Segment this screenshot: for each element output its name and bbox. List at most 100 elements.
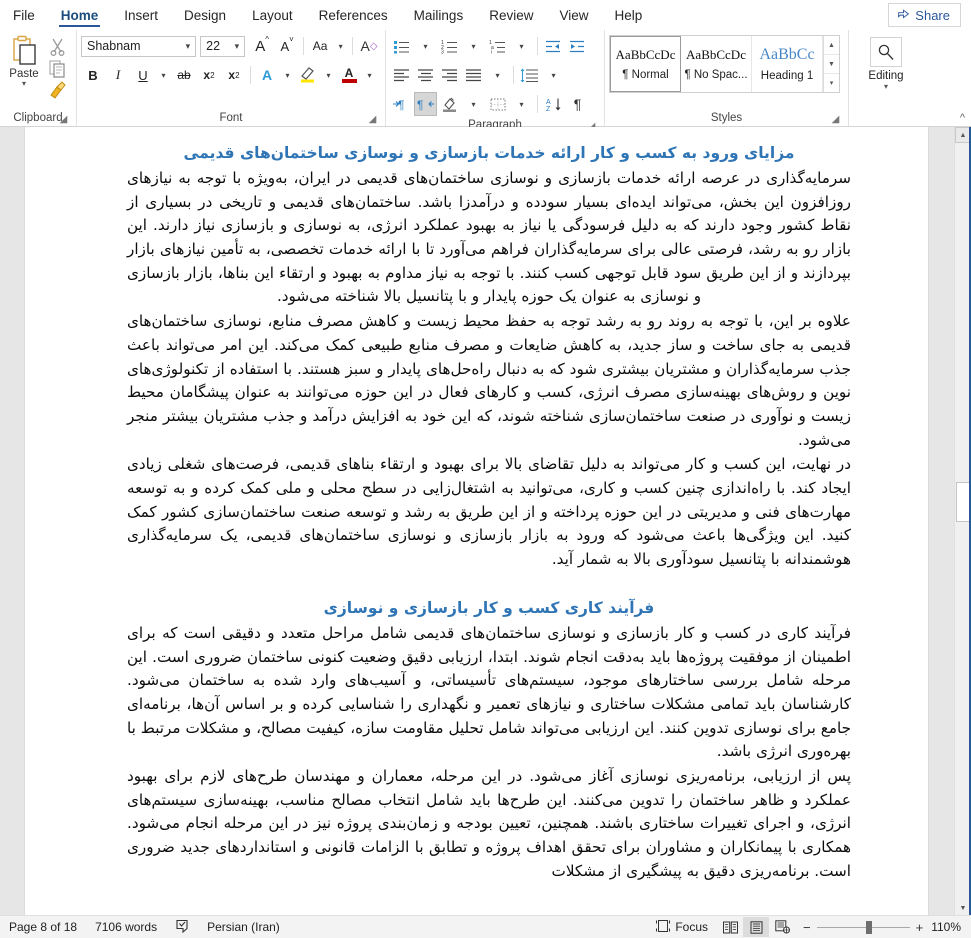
multilevel-list-chevron-down-icon[interactable]: ▾ [510, 34, 533, 58]
font-size-combo[interactable]: 22 ▾ [200, 35, 246, 57]
styles-scroll-up-icon[interactable]: ▲ [824, 36, 839, 55]
align-center-button[interactable] [414, 63, 437, 87]
styles-gallery-scroll: ▲ ▼ ▾ [823, 36, 839, 92]
highlight-button[interactable] [296, 63, 320, 87]
zoom-out-button[interactable]: − [803, 920, 811, 935]
print-layout-button[interactable] [743, 917, 769, 937]
svg-text:Z: Z [546, 106, 551, 112]
style-item-no-spacing[interactable]: AaBbCcDc ¶ No Spac... [681, 36, 752, 92]
scrollbar-thumb[interactable] [956, 482, 970, 522]
web-layout-button[interactable] [769, 917, 795, 937]
tab-file[interactable]: File [0, 0, 48, 30]
justify-chevron-down-icon[interactable]: ▾ [486, 63, 509, 87]
change-case-button[interactable]: Aa [308, 34, 332, 58]
underline-button[interactable]: U [131, 63, 155, 87]
zoom-thumb[interactable] [865, 920, 872, 934]
align-left-button[interactable] [390, 63, 413, 87]
collapse-ribbon-icon[interactable]: ^ [960, 112, 965, 124]
zoom-in-button[interactable]: + [916, 920, 924, 935]
font-dialog-launcher[interactable]: ◢ [367, 114, 378, 126]
document-page[interactable]: مزایای ورود به کسب و کار ارائه خدمات باز… [24, 127, 929, 916]
zoom-slider[interactable]: − + [795, 920, 931, 935]
highlight-chevron-down-icon[interactable]: ▾ [321, 63, 336, 87]
tab-help[interactable]: Help [602, 0, 656, 30]
share-button[interactable]: Share [888, 3, 961, 27]
document-paragraph-4: فرآیند کاری در کسب و کار بازسازی و نوساز… [127, 623, 851, 761]
numbering-button[interactable]: 123 [438, 34, 461, 58]
read-mode-button[interactable] [717, 917, 743, 937]
grow-font-button[interactable]: A ^ [250, 34, 274, 58]
change-case-chevron-down-icon[interactable]: ▾ [333, 34, 348, 58]
show-formatting-marks-button[interactable]: ¶ [566, 92, 589, 116]
change-case-label: Aa [312, 39, 328, 53]
shading-chevron-down-icon[interactable]: ▾ [462, 92, 485, 116]
font-name-chevron-down-icon[interactable]: ▾ [183, 41, 194, 52]
numbering-chevron-down-icon[interactable]: ▾ [462, 34, 485, 58]
zoom-track[interactable] [816, 920, 910, 934]
sort-button[interactable]: AZ [542, 92, 565, 116]
tab-design[interactable]: Design [171, 0, 239, 30]
borders-button[interactable] [486, 92, 509, 116]
borders-chevron-down-icon[interactable]: ▾ [510, 92, 533, 116]
left-to-right-button[interactable]: ¶ [390, 92, 413, 116]
tab-mailings[interactable]: Mailings [401, 0, 477, 30]
text-effects-chevron-down-icon[interactable]: ▾ [280, 63, 295, 87]
shading-button[interactable] [438, 92, 461, 116]
paragraph-row-2: ▾ ▾ [390, 62, 600, 88]
strikethrough-button[interactable]: ab [172, 63, 196, 87]
text-effects-button[interactable]: A [255, 63, 279, 87]
style-item-normal[interactable]: AaBbCcDc ¶ Normal [610, 36, 681, 92]
bullets-chevron-down-icon[interactable]: ▾ [414, 34, 437, 58]
clear-formatting-button[interactable]: A ◇ [357, 34, 381, 58]
editing-chevron-down-icon[interactable]: ▾ [884, 82, 888, 91]
superscript-button[interactable]: x2 [222, 63, 246, 87]
styles-more-icon[interactable]: ▾ [824, 74, 839, 92]
tabbar-spacer [655, 0, 888, 30]
tab-view[interactable]: View [546, 0, 601, 30]
tab-insert[interactable]: Insert [111, 0, 171, 30]
style-item-heading-1[interactable]: AaBbCс Heading 1 [752, 36, 823, 92]
paste-button[interactable]: Paste ▾ [4, 33, 44, 100]
increase-indent-button[interactable] [566, 34, 589, 58]
underline-chevron-down-icon[interactable]: ▾ [156, 63, 171, 87]
align-right-button[interactable] [438, 63, 461, 87]
strikethrough-label: ab [177, 68, 191, 82]
vertical-scrollbar[interactable]: ▲ ▼ [954, 127, 971, 916]
language-indicator[interactable]: Persian (Iran) [198, 920, 289, 934]
cut-icon[interactable] [48, 37, 67, 56]
proofing-status[interactable] [166, 919, 198, 936]
format-painter-icon[interactable] [48, 81, 67, 100]
underline-label: U [138, 67, 148, 83]
justify-button[interactable] [462, 63, 485, 87]
right-to-left-button[interactable]: ¶ [414, 92, 437, 116]
font-size-value: 22 [206, 39, 221, 53]
editing-button[interactable]: Editing ▾ [868, 33, 904, 91]
tab-layout[interactable]: Layout [239, 0, 306, 30]
font-size-chevron-down-icon[interactable]: ▾ [232, 41, 243, 52]
copy-icon[interactable] [48, 59, 67, 78]
bold-button[interactable]: B [81, 63, 105, 87]
line-spacing-button[interactable] [518, 63, 541, 87]
zoom-level-button[interactable]: 110% [931, 920, 971, 934]
styles-scroll-down-icon[interactable]: ▼ [824, 55, 839, 74]
focus-mode-button[interactable]: Focus [647, 919, 717, 936]
clipboard-dialog-launcher[interactable]: ◢ [58, 114, 69, 126]
italic-button[interactable]: I [106, 63, 130, 87]
font-color-chevron-down-icon[interactable]: ▾ [362, 63, 377, 87]
bullets-button[interactable] [390, 34, 413, 58]
tab-references[interactable]: References [306, 0, 401, 30]
font-color-button[interactable]: A [337, 63, 361, 87]
tab-home[interactable]: Home [48, 0, 112, 30]
line-spacing-chevron-down-icon[interactable]: ▾ [542, 63, 565, 87]
paste-chevron-down-icon[interactable]: ▾ [22, 80, 26, 88]
word-count[interactable]: 7106 words [86, 920, 166, 934]
decrease-indent-button[interactable] [542, 34, 565, 58]
multilevel-list-button[interactable]: 1ai [486, 34, 509, 58]
subscript-button[interactable]: x2 [197, 63, 221, 87]
subscript-label: x [203, 68, 211, 82]
font-name-combo[interactable]: Shabnam ▾ [81, 35, 197, 57]
tab-review[interactable]: Review [476, 0, 546, 30]
shrink-font-button[interactable]: A ˅ [275, 34, 299, 58]
styles-dialog-launcher[interactable]: ◢ [830, 114, 841, 126]
page-indicator[interactable]: Page 8 of 18 [0, 920, 86, 934]
